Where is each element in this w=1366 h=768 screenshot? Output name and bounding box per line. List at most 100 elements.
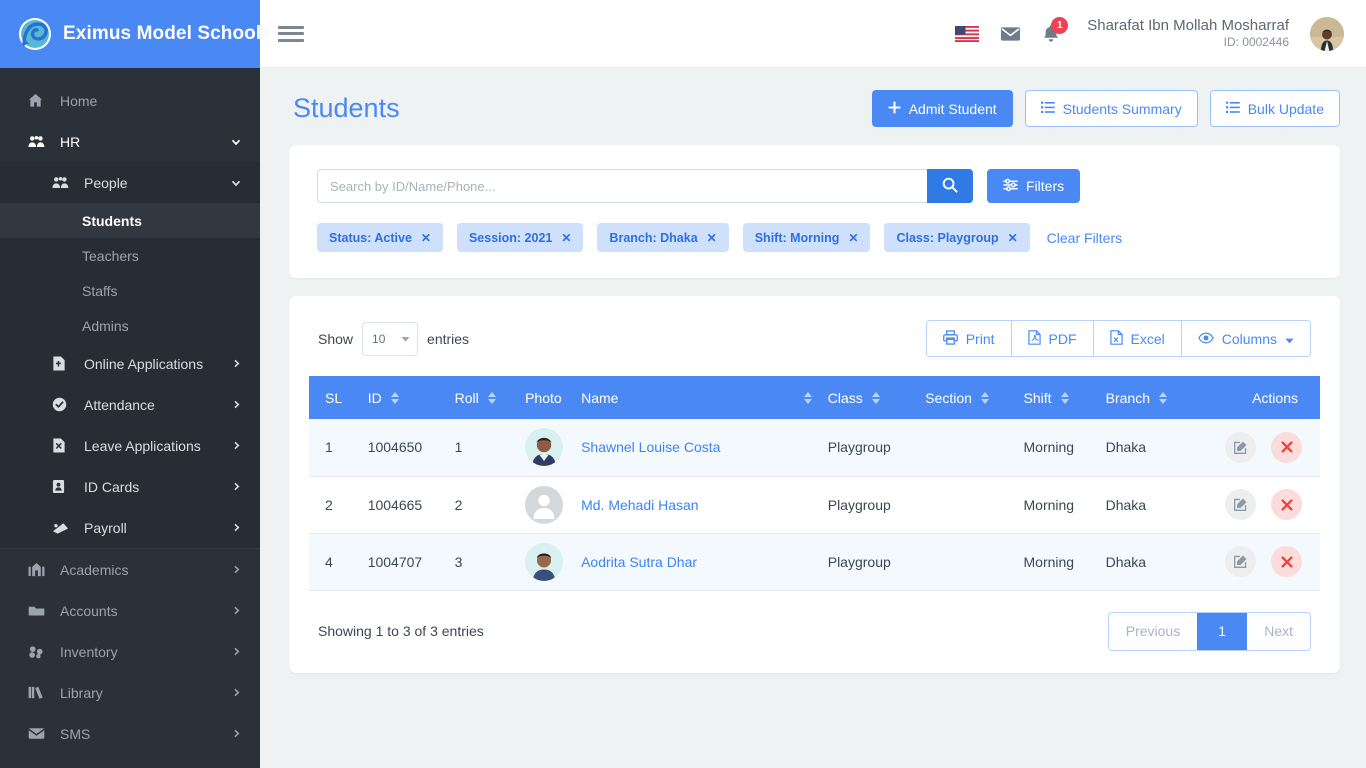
topbar: 1 Sharafat Ibn Mollah Mosharraf ID: 0002… xyxy=(260,0,1366,68)
filter-chip-branch[interactable]: Branch: Dhaka ✕ xyxy=(597,223,729,252)
sidebar-item-academics[interactable]: Academics xyxy=(0,549,260,590)
sidebar-item-teachers[interactable]: Teachers xyxy=(0,238,260,273)
column-header-branch[interactable]: Branch xyxy=(1097,376,1194,419)
entries-select[interactable]: 10 xyxy=(362,321,419,356)
student-name-link[interactable]: Md. Mehadi Hasan xyxy=(581,497,699,513)
sort-icon[interactable] xyxy=(803,391,812,404)
edit-pencil-icon[interactable] xyxy=(1225,489,1257,520)
close-icon[interactable]: ✕ xyxy=(848,231,858,245)
sidebar-item-staffs[interactable]: Staffs xyxy=(0,273,260,308)
topbar-right: 1 Sharafat Ibn Mollah Mosharraf ID: 0002… xyxy=(955,16,1344,51)
sidebar-item-admins[interactable]: Admins xyxy=(0,308,260,343)
sidebar-item-label: ID Cards xyxy=(84,478,140,495)
print-button[interactable]: Print xyxy=(926,321,1012,356)
notifications-icon[interactable]: 1 xyxy=(1042,17,1069,43)
sidebar-item-sms[interactable]: SMS xyxy=(0,713,260,754)
sidebar-item-id-cards[interactable]: ID Cards xyxy=(0,466,260,507)
column-header-name[interactable]: Name xyxy=(573,376,820,419)
delete-x-icon[interactable] xyxy=(1271,546,1302,577)
people-group-icon xyxy=(52,175,74,190)
user-info[interactable]: Sharafat Ibn Mollah Mosharraf ID: 000244… xyxy=(1087,17,1289,51)
chevron-right-icon xyxy=(231,358,242,369)
sidebar-item-online-applications[interactable]: Online Applications xyxy=(0,343,260,384)
edit-pencil-icon[interactable] xyxy=(1225,546,1257,577)
column-header-section[interactable]: Section xyxy=(917,376,1016,419)
sort-icon[interactable] xyxy=(980,391,989,404)
search-row: Filters xyxy=(317,169,1312,203)
search-button[interactable] xyxy=(927,169,973,203)
notification-badge: 1 xyxy=(1051,17,1069,34)
close-icon[interactable]: ✕ xyxy=(561,231,571,245)
filter-chip-class[interactable]: Class: Playgroup ✕ xyxy=(884,223,1030,252)
cell-actions xyxy=(1193,476,1320,534)
show-entries: Show 10 entries xyxy=(318,321,469,356)
hamburger-icon[interactable] xyxy=(278,24,304,44)
chevron-right-icon xyxy=(231,605,242,616)
check-circle-icon xyxy=(52,397,74,412)
messages-icon[interactable] xyxy=(1000,26,1021,42)
us-flag-icon[interactable] xyxy=(955,25,980,42)
sort-icon[interactable] xyxy=(1060,391,1069,404)
table-row[interactable]: 1 1004650 1 Shawnel Louise Costa Playgro… xyxy=(309,419,1320,477)
avatar[interactable] xyxy=(1310,16,1344,51)
delete-x-icon[interactable] xyxy=(1271,431,1302,463)
cell-id: 1004650 xyxy=(359,419,447,477)
sidebar-item-attendance[interactable]: Attendance xyxy=(0,384,260,425)
filter-chip-status[interactable]: Status: Active ✕ xyxy=(317,223,443,252)
search-input[interactable] xyxy=(317,169,927,203)
student-name-link[interactable]: Shawnel Louise Costa xyxy=(581,439,720,455)
clear-filters-link[interactable]: Clear Filters xyxy=(1047,230,1122,246)
close-icon[interactable]: ✕ xyxy=(421,231,431,245)
cell-branch: Dhaka xyxy=(1097,476,1194,534)
bulk-update-button[interactable]: Bulk Update xyxy=(1209,90,1340,127)
cell-sl: 1 xyxy=(309,419,360,477)
close-icon[interactable]: ✕ xyxy=(1008,231,1018,245)
filters-button[interactable]: Filters xyxy=(987,169,1081,203)
document-x-icon xyxy=(52,438,74,453)
sidebar-item-people[interactable]: People xyxy=(0,162,260,203)
filter-chip-session[interactable]: Session: 2021 ✕ xyxy=(456,223,584,252)
column-header-roll[interactable]: Roll xyxy=(446,376,518,419)
column-header-shift[interactable]: Shift xyxy=(1015,376,1098,419)
home-icon xyxy=(28,93,50,108)
column-label: Photo xyxy=(525,389,562,406)
students-summary-button[interactable]: Students Summary xyxy=(1024,90,1198,127)
page-title: Students xyxy=(293,93,400,123)
sidebar-item-students[interactable]: Students xyxy=(0,203,260,238)
chevron-right-icon xyxy=(231,522,242,533)
sidebar-item-home[interactable]: Home xyxy=(0,80,260,121)
cell-name: Md. Mehadi Hasan xyxy=(573,476,820,534)
close-icon[interactable]: ✕ xyxy=(707,231,717,245)
delete-x-icon[interactable] xyxy=(1271,489,1302,520)
table-row[interactable]: 4 1004707 3 Aodrita Sutra Dhar Playgroup… xyxy=(309,533,1320,591)
sidebar-item-leave-applications[interactable]: Leave Applications xyxy=(0,425,260,466)
brand-header[interactable]: Eximus Model School xyxy=(0,0,260,68)
pagination-next[interactable]: Next xyxy=(1247,612,1310,650)
column-label: Branch xyxy=(1105,389,1150,406)
sidebar-item-accounts[interactable]: Accounts xyxy=(0,590,260,631)
filter-chip-shift[interactable]: Shift: Morning ✕ xyxy=(742,223,871,252)
columns-label: Columns xyxy=(1221,330,1277,347)
column-header-class[interactable]: Class xyxy=(819,376,918,419)
pdf-button[interactable]: PDF xyxy=(1011,321,1094,356)
student-name-link[interactable]: Aodrita Sutra Dhar xyxy=(581,554,697,570)
excel-button[interactable]: Excel xyxy=(1093,321,1182,356)
sidebar-item-library[interactable]: Library xyxy=(0,672,260,713)
columns-dropdown-button[interactable]: Columns xyxy=(1181,321,1310,356)
sidebar-item-label: Teachers xyxy=(82,247,139,264)
sidebar-item-hr[interactable]: HR xyxy=(0,121,260,162)
column-label: Shift xyxy=(1023,389,1052,406)
pagination-previous[interactable]: Previous xyxy=(1108,612,1198,650)
edit-pencil-icon[interactable] xyxy=(1225,431,1257,463)
admit-student-button[interactable]: Admit Student xyxy=(871,90,1013,127)
sort-icon[interactable] xyxy=(871,391,880,404)
sidebar-item-label: Payroll xyxy=(84,519,127,536)
sidebar-item-payroll[interactable]: Payroll xyxy=(0,507,260,548)
sort-icon[interactable] xyxy=(1158,391,1167,404)
table-row[interactable]: 2 1004665 2 Md. Mehadi Hasan Playgroup M… xyxy=(309,476,1320,534)
pagination-page-1[interactable]: 1 xyxy=(1197,612,1248,650)
column-header-id[interactable]: ID xyxy=(359,376,447,419)
sidebar-item-inventory[interactable]: Inventory xyxy=(0,631,260,672)
sort-icon[interactable] xyxy=(487,391,496,404)
sort-icon[interactable] xyxy=(390,391,399,404)
